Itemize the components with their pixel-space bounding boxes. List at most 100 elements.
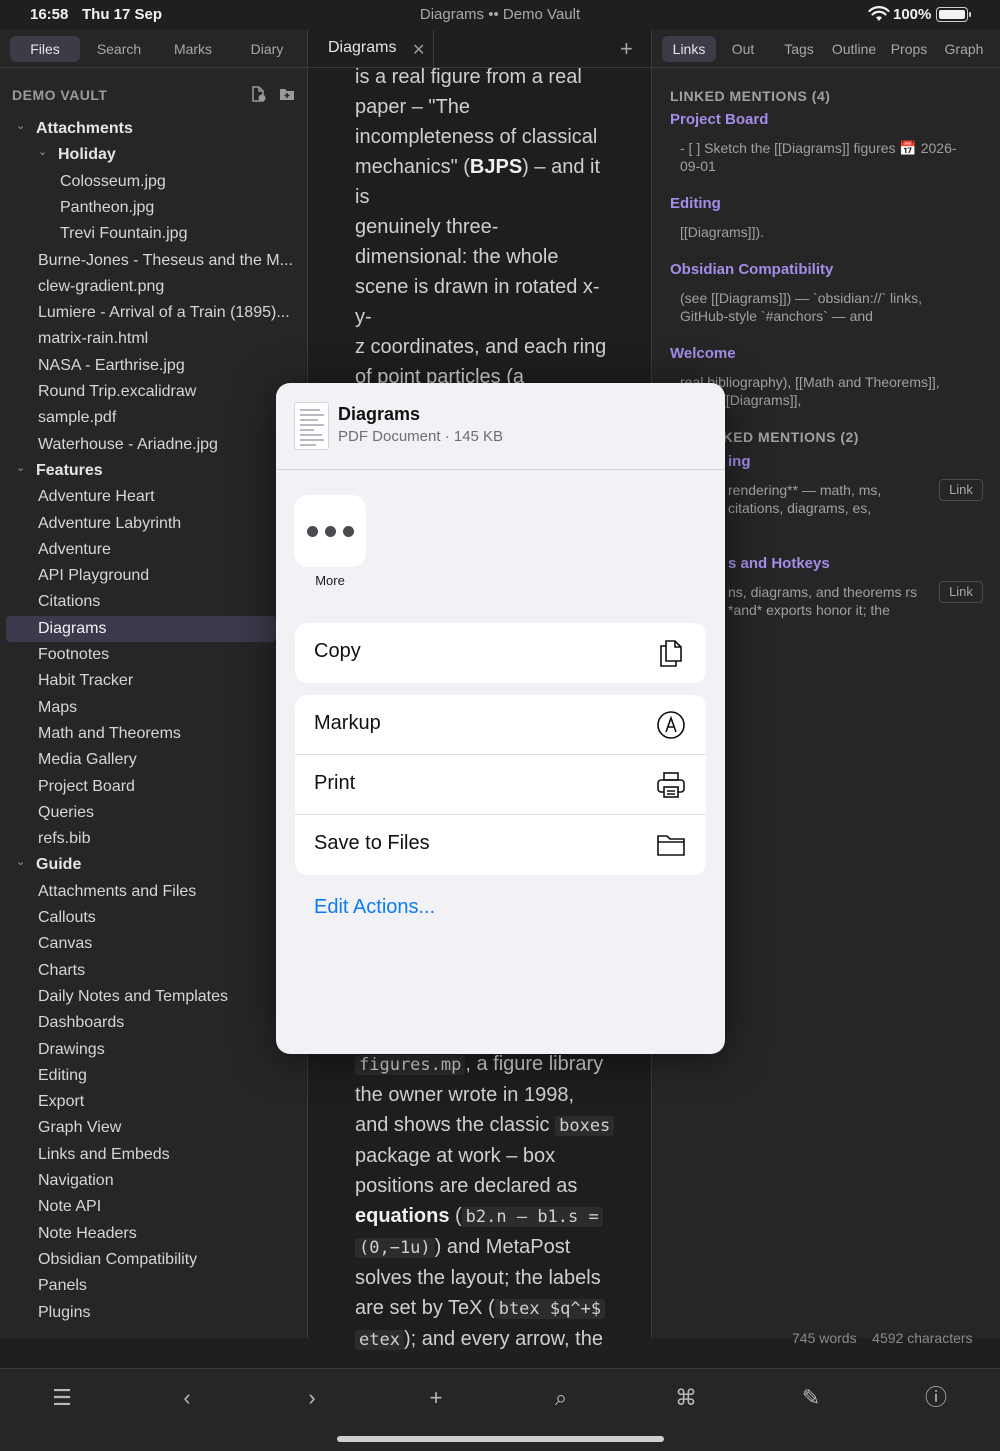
file-item[interactable]: Trevi Fountain.jpg (60, 221, 295, 247)
file-item[interactable]: Colosseum.jpg (60, 169, 295, 195)
file-item[interactable]: Attachments and Files (38, 879, 295, 905)
file-item[interactable]: Graph View (38, 1115, 295, 1141)
new-note-icon[interactable] (250, 86, 266, 102)
tab-search[interactable]: Search (84, 36, 154, 62)
tab-diary[interactable]: Diary (232, 36, 302, 62)
file-item[interactable]: Callouts (38, 905, 295, 931)
save-to-files-action[interactable]: Save to Files (295, 815, 706, 875)
action-group: Copy (295, 623, 706, 683)
file-item[interactable]: Panels (38, 1273, 295, 1299)
chevron-down-icon[interactable]: ⌄ (16, 463, 26, 474)
file-item[interactable]: Maps (38, 695, 295, 721)
search-icon[interactable]: ⌕ (541, 1383, 581, 1413)
file-item[interactable]: Math and Theorems (38, 721, 295, 747)
command-icon[interactable]: ⌘ (666, 1383, 706, 1413)
close-icon[interactable]: ✕ (412, 40, 425, 60)
file-item[interactable]: Project Board (38, 774, 295, 800)
file-item[interactable]: Adventure (38, 537, 295, 563)
mention-text[interactable]: - [ ] Sketch the [[Diagrams]] figures 📅 … (680, 139, 970, 175)
link-button[interactable]: Link (939, 479, 983, 501)
mention-title[interactable]: Welcome (670, 345, 736, 362)
text-line: is a real figure from a real (355, 66, 582, 88)
file-item[interactable]: API Playground (38, 563, 295, 589)
file-item[interactable]: Habit Tracker (38, 668, 295, 694)
file-item[interactable]: Note Headers (38, 1221, 295, 1247)
file-item[interactable]: Diagrams (6, 616, 276, 642)
file-item[interactable]: Adventure Labyrinth (38, 511, 295, 537)
edit-actions-link[interactable]: Edit Actions... (314, 896, 435, 919)
file-item[interactable]: Drawings (38, 1037, 295, 1063)
file-item[interactable]: Canvas (38, 931, 295, 957)
print-action[interactable]: Print (295, 755, 706, 815)
file-item[interactable]: matrix-rain.html (38, 326, 295, 352)
battery-icon (936, 7, 968, 22)
folder-item[interactable]: Attachments (36, 116, 295, 142)
new-note-icon[interactable]: + (416, 1383, 456, 1413)
file-item[interactable]: Adventure Heart (38, 484, 295, 510)
file-item[interactable]: Export (38, 1089, 295, 1115)
more-label: More (315, 573, 345, 588)
new-tab-icon[interactable]: + (620, 36, 633, 62)
back-icon[interactable]: ‹ (167, 1383, 207, 1413)
chevron-down-icon[interactable]: ⌄ (16, 121, 26, 132)
file-item[interactable]: Queries (38, 800, 295, 826)
folder-item[interactable]: Holiday (58, 142, 295, 168)
mention-text[interactable]: (see [[Diagrams]]) — `obsidian://` links… (680, 289, 970, 325)
file-item[interactable]: Dashboards (38, 1010, 295, 1036)
file-item[interactable]: Plugins (38, 1300, 295, 1326)
more-button[interactable] (294, 495, 366, 567)
home-indicator[interactable] (337, 1436, 664, 1442)
mention-title[interactable]: Obsidian Compatibility (670, 261, 833, 278)
file-item[interactable]: clew-gradient.png (38, 274, 295, 300)
file-item[interactable]: Burne-Jones - Theseus and the M... (38, 248, 295, 274)
tab-props[interactable]: Props (886, 36, 932, 62)
file-item[interactable]: Daily Notes and Templates (38, 984, 295, 1010)
info-icon[interactable]: ⓘ (916, 1383, 956, 1413)
file-item[interactable]: Footnotes (38, 642, 295, 668)
editor-text-bottom[interactable]: figures.mp, a figure library the owner w… (355, 1049, 615, 1355)
unlinked-title[interactable]: s and Hotkeys (728, 555, 830, 572)
folder-item[interactable]: Guide (36, 852, 295, 878)
copy-action[interactable]: Copy (295, 623, 706, 683)
link-button[interactable]: Link (939, 581, 983, 603)
file-item[interactable]: sample.pdf (38, 405, 295, 431)
unlinked-title[interactable]: ing (728, 453, 751, 470)
file-item[interactable]: Citations (38, 589, 295, 615)
file-item[interactable]: Obsidian Compatibility (38, 1247, 295, 1273)
file-item[interactable]: Lumiere - Arrival of a Train (1895)... (38, 300, 295, 326)
text-line: ); and every arrow, the (403, 1328, 603, 1350)
file-item[interactable]: Round Trip.excalidraw (38, 379, 295, 405)
tab-outline[interactable]: Outline (828, 36, 880, 62)
chevron-down-icon[interactable]: ⌄ (38, 147, 48, 158)
markup-action[interactable]: Markup (295, 695, 706, 755)
tab-graph[interactable]: Graph (940, 36, 988, 62)
file-item[interactable]: Waterhouse - Ariadne.jpg (38, 432, 295, 458)
file-item[interactable]: Media Gallery (38, 747, 295, 773)
tab-tags[interactable]: Tags (776, 36, 822, 62)
tab-links[interactable]: Links (662, 36, 716, 62)
mention-text[interactable]: [[Diagrams]]). (680, 223, 970, 241)
file-item[interactable]: Links and Embeds (38, 1142, 295, 1168)
file-item[interactable]: Navigation (38, 1168, 295, 1194)
mention-title[interactable]: Project Board (670, 111, 768, 128)
tab-files[interactable]: Files (10, 36, 80, 62)
right-tabs: Links Out Tags Outline Props Graph (652, 30, 1000, 68)
forward-icon[interactable]: › (292, 1383, 332, 1413)
vault-title: DEMO VAULT (12, 87, 108, 103)
menu-icon[interactable]: ☰ (42, 1383, 82, 1413)
mention-title[interactable]: Editing (670, 195, 721, 212)
file-item[interactable]: Editing (38, 1063, 295, 1089)
tab-out[interactable]: Out (722, 36, 764, 62)
file-item[interactable]: refs.bib (38, 826, 295, 852)
file-item[interactable]: Pantheon.jpg (60, 195, 295, 221)
chevron-down-icon[interactable]: ⌄ (16, 857, 26, 868)
left-tabs: Files Search Marks Diary (0, 30, 307, 68)
folder-item[interactable]: Features (36, 458, 295, 484)
text-line: mechanics" (BJPS) – and it is (355, 156, 600, 208)
file-item[interactable]: Charts (38, 958, 295, 984)
edit-icon[interactable]: ✎ (791, 1383, 831, 1413)
new-folder-icon[interactable] (279, 86, 295, 102)
file-item[interactable]: Note API (38, 1194, 295, 1220)
tab-marks[interactable]: Marks (158, 36, 228, 62)
file-item[interactable]: NASA - Earthrise.jpg (38, 353, 295, 379)
